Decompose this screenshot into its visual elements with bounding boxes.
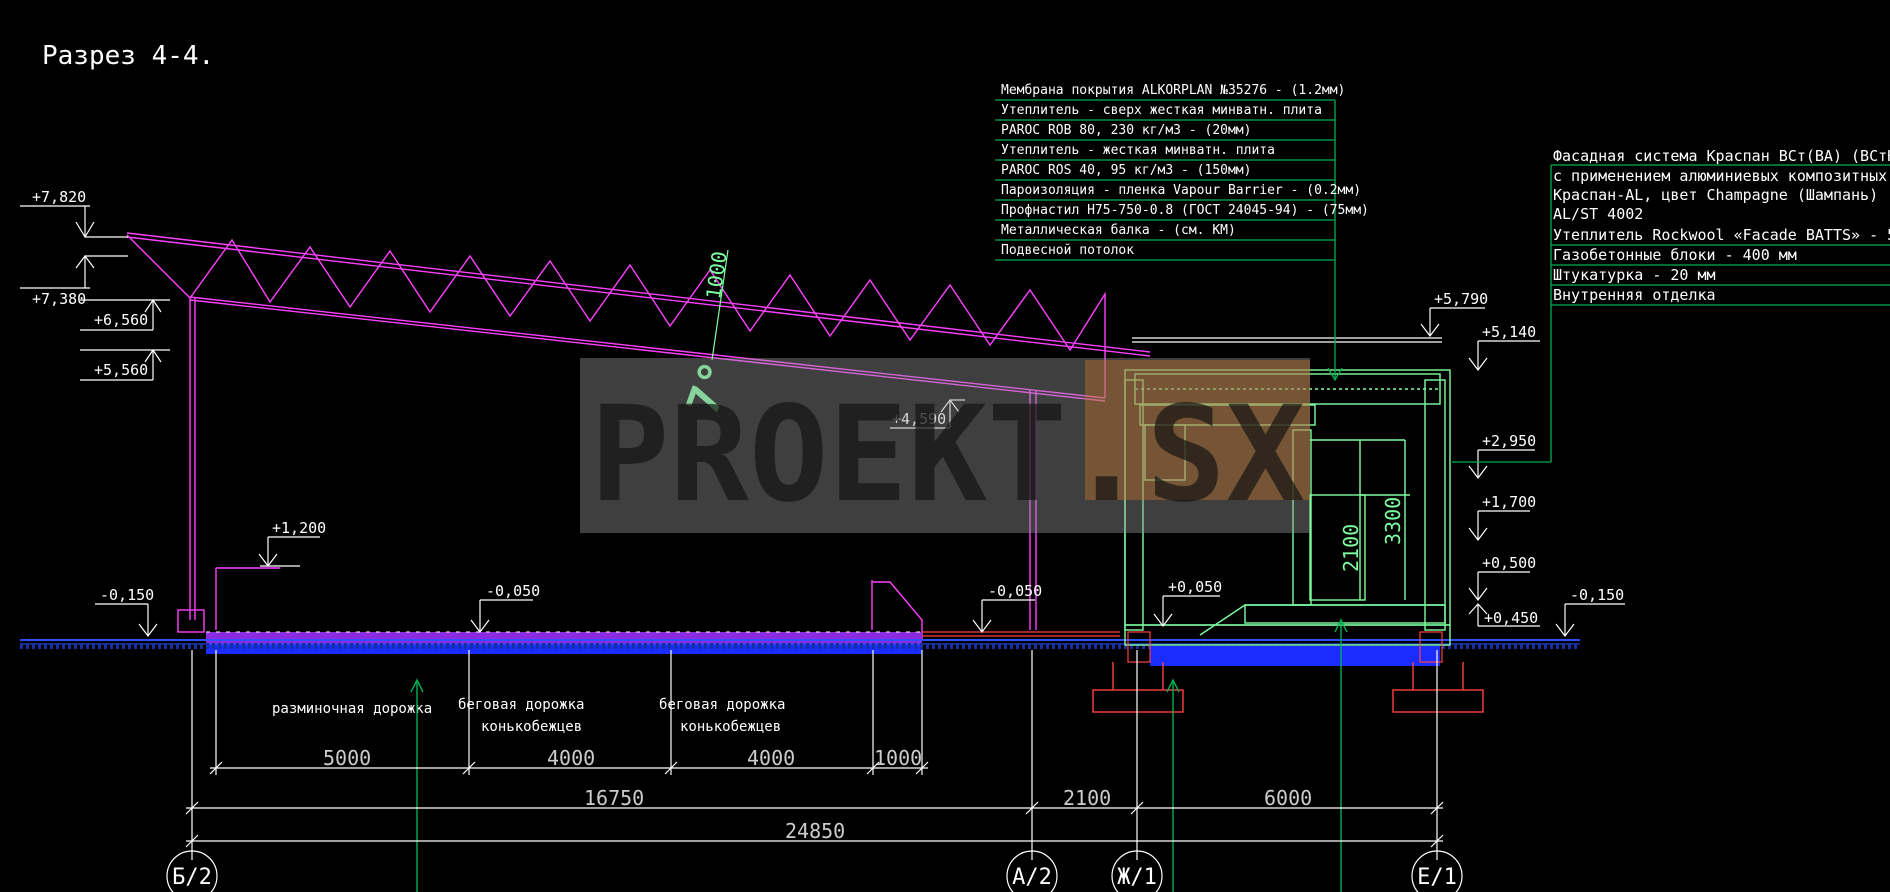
roof-layer-text: Пароизоляция - пленка Vapour Barrier - (… (1001, 183, 1361, 198)
axis-a2-label: А/2 (1012, 865, 1052, 890)
roof-layers-callout: Мембрана покрытия ALKORPLAN №35276 - (1.… (995, 83, 1369, 382)
height-3300-label: 3300 (1381, 497, 1405, 545)
level-0500: +0,500 (1482, 554, 1536, 572)
wall-layer-text: Утеплитель Rockwool «Facade BATTS» - 50 (1553, 226, 1890, 244)
wall-layer-text: с применением алюминиевых композитных (1553, 167, 1887, 185)
level-7380: +7,380 (32, 290, 86, 308)
zone-track2-label: беговая дорожка (659, 697, 785, 713)
wall-layer-text: Штукатурка - 20 мм (1553, 266, 1716, 284)
grid-axes: Б/2 А/2 Ж/1 Е/1 (166, 850, 1463, 892)
dim-6000: 6000 (1264, 786, 1312, 810)
wall-layer-text: Газобетонные блоки - 400 мм (1553, 246, 1797, 264)
roof-layer-text: Профнастил Н75-750-0.8 (ГОСТ 24045-94) -… (1001, 203, 1369, 218)
dim-24850: 24850 (785, 819, 845, 843)
truss-depth-label: 1000 (701, 250, 731, 301)
section-drawing: Разрез 4-4. +7,820 +7,380 +6,560 +5,560 … (20, 41, 1890, 892)
wall-layers-callout: Фасадная система Краспан ВСт(ВА) (ВСтН) … (1452, 147, 1890, 463)
axis-e1-label: Е/1 (1417, 865, 1457, 890)
roof-layer-text: Утеплитель - жесткая минватн. плита (1001, 143, 1275, 158)
level-2950: +2,950 (1482, 432, 1536, 450)
zone-track1-sublabel: конькобежцев (481, 719, 582, 735)
watermark-text: PROEKT.SX (590, 378, 1305, 532)
level-5790: +5,790 (1434, 290, 1488, 308)
dim-4000-b: 4000 (747, 746, 795, 770)
wall-layer-text: AL/ST 4002 (1553, 205, 1643, 223)
dim-2100: 2100 (1063, 786, 1111, 810)
roof-layer-text: PAROC ROS 40, 95 кг/м3 - (150мм) (1001, 163, 1251, 178)
dim-5000: 5000 (323, 746, 371, 770)
zone-labels: разминочная дорожка беговая дорожка конь… (272, 697, 785, 735)
zone-track1-label: беговая дорожка (458, 697, 584, 713)
roof-layer-text: Металлическая балка - (см. КМ) (1001, 223, 1236, 238)
level-0050: +0,050 (1168, 578, 1222, 596)
wall-layer-text: Фасадная система Краспан ВСт(ВА) (ВСтН) (1553, 147, 1890, 165)
level-5140: +5,140 (1482, 323, 1536, 341)
wall-layer-text: Внутренняя отделка (1553, 286, 1716, 304)
roof-layer-text: PAROC ROB 80, 230 кг/м3 - (20мм) (1001, 123, 1251, 138)
level-minus150-right: -0,150 (1570, 586, 1624, 604)
roof-layer-text: Мембрана покрытия ALKORPLAN №35276 - (1.… (1001, 83, 1345, 98)
height-2100-label: 2100 (1339, 524, 1363, 572)
zone-track2-sublabel: конькобежцев (680, 719, 781, 735)
drawing-title: Разрез 4-4. (42, 41, 214, 71)
axis-zh1-label: Ж/1 (1117, 865, 1157, 890)
dim-16750: 16750 (584, 786, 644, 810)
dim-4000-a: 4000 (547, 746, 595, 770)
roof-layer-text: Утеплитель - сверх жесткая минватн. плит… (1001, 103, 1322, 118)
wall-layer-text: Краспан-AL, цвет Champagne (Шампань) (1553, 186, 1878, 204)
level-minus050-right: -0,050 (988, 582, 1042, 600)
level-0450: +0,450 (1484, 609, 1538, 627)
level-1700: +1,700 (1482, 493, 1536, 511)
dim-1000: 1000 (874, 746, 922, 770)
level-minus150-left: -0,150 (100, 586, 154, 604)
axis-b2-label: Б/2 (172, 865, 212, 890)
level-5560: +5,560 (94, 361, 148, 379)
watermark: PROEKT.SX (580, 358, 1310, 533)
level-minus050-center: -0,050 (486, 582, 540, 600)
level-1200: +1,200 (272, 519, 326, 537)
level-7820: +7,820 (32, 188, 86, 206)
roof-layer-text: Подвесной потолок (1001, 243, 1134, 258)
level-6560: +6,560 (94, 311, 148, 329)
zone-warmup-label: разминочная дорожка (272, 701, 432, 717)
